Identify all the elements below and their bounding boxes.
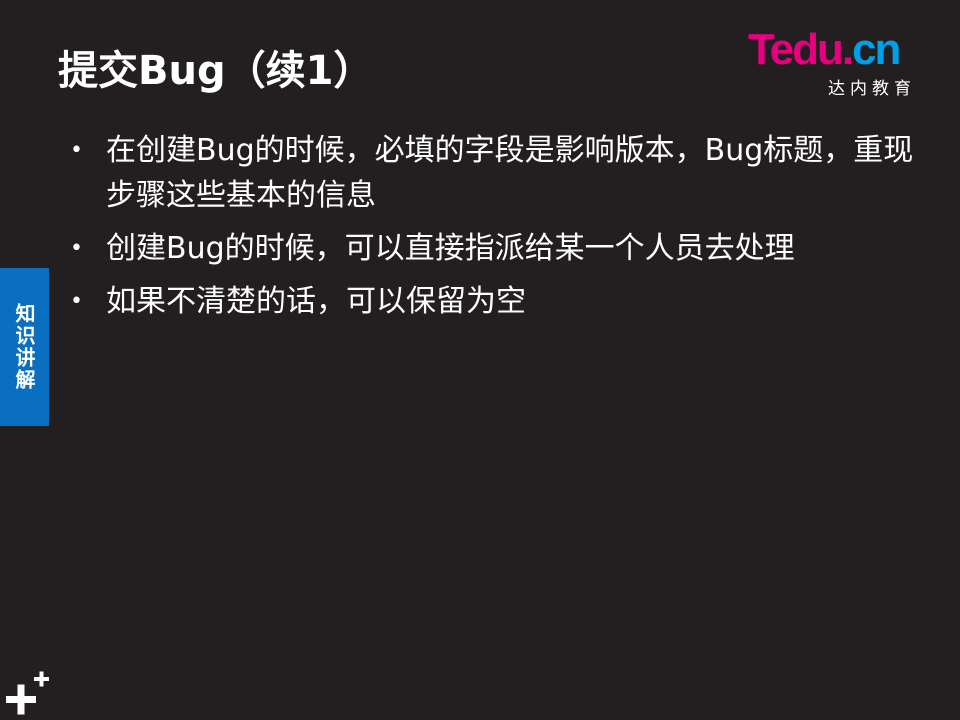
slide-title: 提交Bug（续1） bbox=[58, 48, 374, 94]
bullet-dot: • bbox=[70, 236, 83, 261]
bullet-text: 在创建Bug的时候，必填的字段是影响版本，Bug标题，重现步骤这些基本的信息 bbox=[106, 133, 914, 213]
bullet-dot: • bbox=[70, 289, 83, 314]
bullet-text: 如果不清楚的话，可以保留为空 bbox=[106, 284, 526, 319]
section-tab: 知识讲解 bbox=[0, 268, 49, 426]
bullet-item: • 如果不清楚的话，可以保留为空 bbox=[66, 279, 916, 324]
logo-cn: cn bbox=[852, 25, 901, 74]
bullet-dot: • bbox=[70, 138, 83, 163]
tedu-logo: Tedu.cn 达内教育 bbox=[748, 25, 928, 100]
logo-wordmark: Tedu.cn bbox=[748, 25, 901, 74]
logo-subtitle: 达内教育 bbox=[828, 79, 916, 99]
plus-icon bbox=[6, 671, 49, 715]
slide: 提交Bug（续1） Tedu.cn 达内教育 知识讲解 • 在创建Bug的时候，… bbox=[0, 0, 960, 720]
bullet-item: • 在创建Bug的时候，必填的字段是影响版本，Bug标题，重现步骤这些基本的信息 bbox=[66, 128, 916, 218]
section-tab-label: 知识讲解 bbox=[12, 303, 36, 391]
bullet-item: • 创建Bug的时候，可以直接指派给某一个人员去处理 bbox=[66, 226, 916, 271]
logo-t: T bbox=[748, 25, 772, 74]
bullet-text: 创建Bug的时候，可以直接指派给某一个人员去处理 bbox=[106, 231, 795, 266]
bullet-list: • 在创建Bug的时候，必填的字段是影响版本，Bug标题，重现步骤这些基本的信息… bbox=[66, 128, 916, 332]
logo-edu: edu. bbox=[769, 25, 854, 74]
